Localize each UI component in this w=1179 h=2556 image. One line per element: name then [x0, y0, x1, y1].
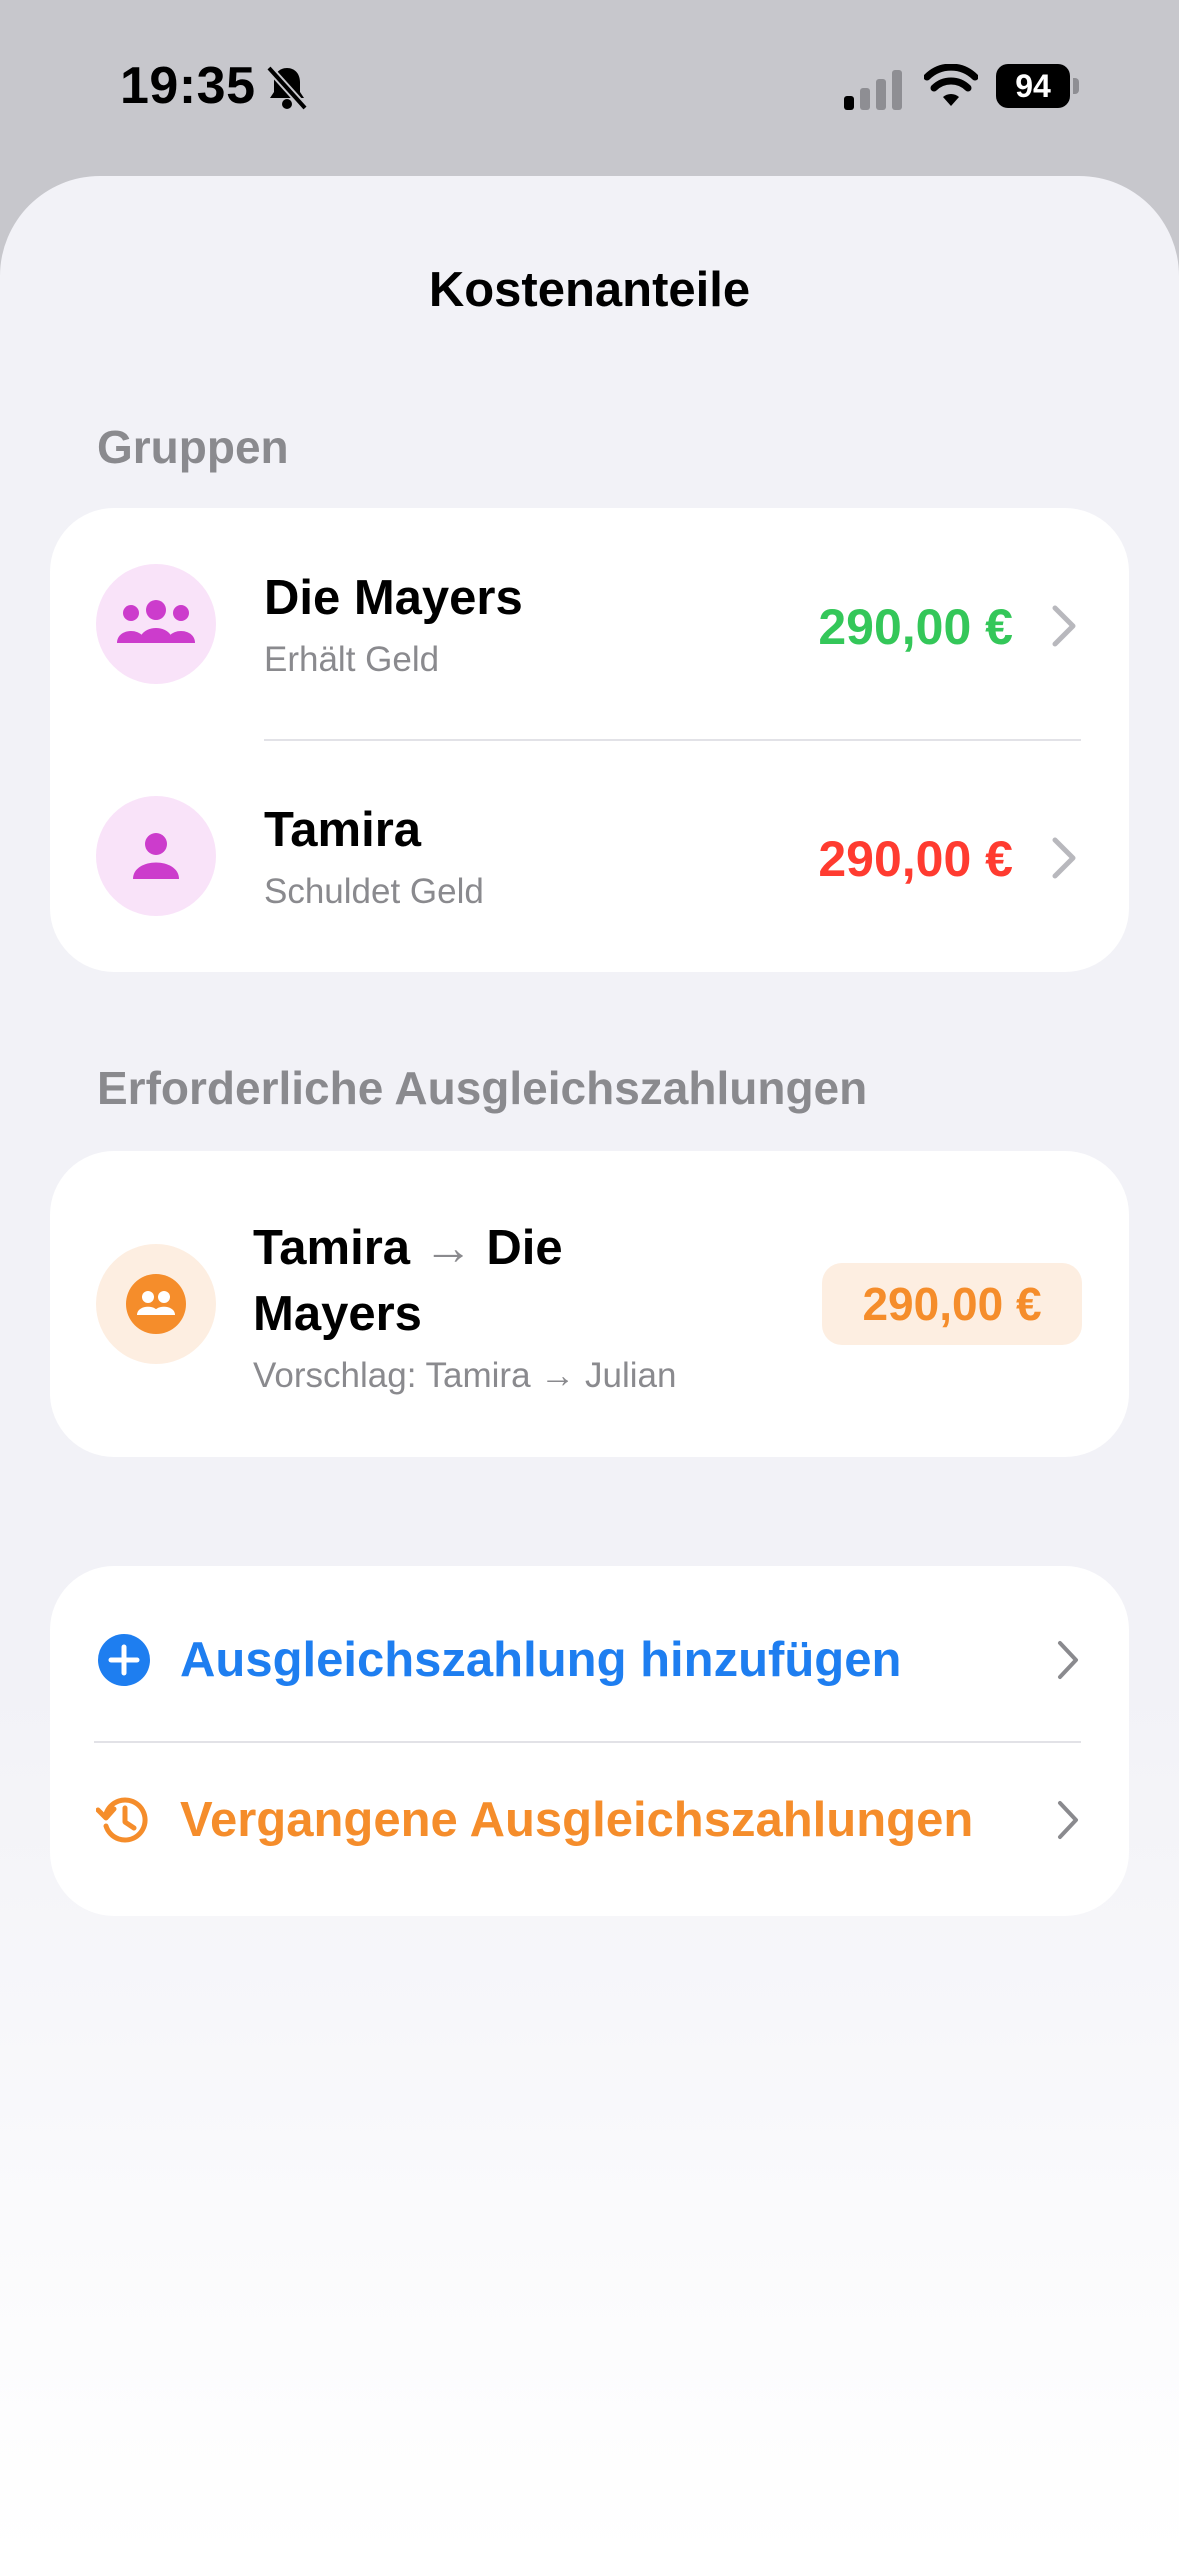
actions-card: Ausgleichszahlung hinzufügen Vergangene … [50, 1566, 1129, 1916]
people-group-icon [96, 564, 216, 684]
add-settlement-label: Ausgleichszahlung hinzufügen [180, 1633, 902, 1687]
group-row-die-mayers[interactable]: Die Mayers Erhält Geld 290,00 € [50, 508, 1129, 740]
add-settlement-button[interactable]: Ausgleichszahlung hinzufügen [50, 1582, 1129, 1740]
clock-history-icon [96, 1797, 148, 1843]
page-title: Kostenanteile [428, 263, 751, 317]
bell-slash-icon [266, 65, 308, 111]
plus-circle-icon [98, 1634, 150, 1686]
section-header-groups: Gruppen [97, 421, 289, 473]
sheet: Kostenanteile Gruppen Die Mayers Erhält … [0, 176, 1179, 2556]
settlement-card[interactable]: Tamira → Die Mayers Vorschlag: Tamira → … [50, 1151, 1129, 1457]
past-settlements-label: Vergangene Ausgleichszahlungen [180, 1793, 974, 1847]
status-time: 19:35 [120, 57, 256, 115]
chevron-right-icon [1052, 837, 1076, 879]
group-name: Die Mayers [264, 571, 523, 625]
group-name: Tamira [264, 803, 422, 857]
group-amount: 290,00 € [818, 831, 1013, 887]
arrow-right-icon: → [423, 1221, 473, 1275]
wifi-icon [924, 64, 978, 106]
groups-card: Die Mayers Erhält Geld 290,00 € Tamira S… [50, 508, 1129, 972]
battery-level: 94 [996, 64, 1070, 108]
section-header-settlements: Erforderliche Ausgleichszahlungen [97, 1062, 868, 1114]
person-icon [96, 796, 216, 916]
group-row-tamira[interactable]: Tamira Schuldet Geld 290,00 € [50, 740, 1129, 972]
settlement-from: Tamira [253, 1221, 411, 1275]
past-settlements-button[interactable]: Vergangene Ausgleichszahlungen [50, 1742, 1129, 1900]
people-circle-icon [96, 1244, 216, 1364]
group-status: Erhält Geld [264, 640, 440, 679]
cellular-signal-icon [844, 70, 902, 110]
status-bar: 19:35 94 [0, 0, 1179, 176]
group-status: Schuldet Geld [264, 872, 484, 911]
chevron-right-icon [1052, 605, 1076, 647]
settlement-amount-badge: 290,00 € [822, 1263, 1082, 1345]
settlement-title: Tamira → Die Mayers [253, 1215, 653, 1347]
chevron-right-icon [1058, 1801, 1078, 1839]
battery-icon: 94 [996, 64, 1080, 110]
group-amount: 290,00 € [818, 599, 1013, 655]
settlement-suggestion: Vorschlag: Tamira → Julian [253, 1356, 677, 1395]
chevron-right-icon [1058, 1641, 1078, 1679]
